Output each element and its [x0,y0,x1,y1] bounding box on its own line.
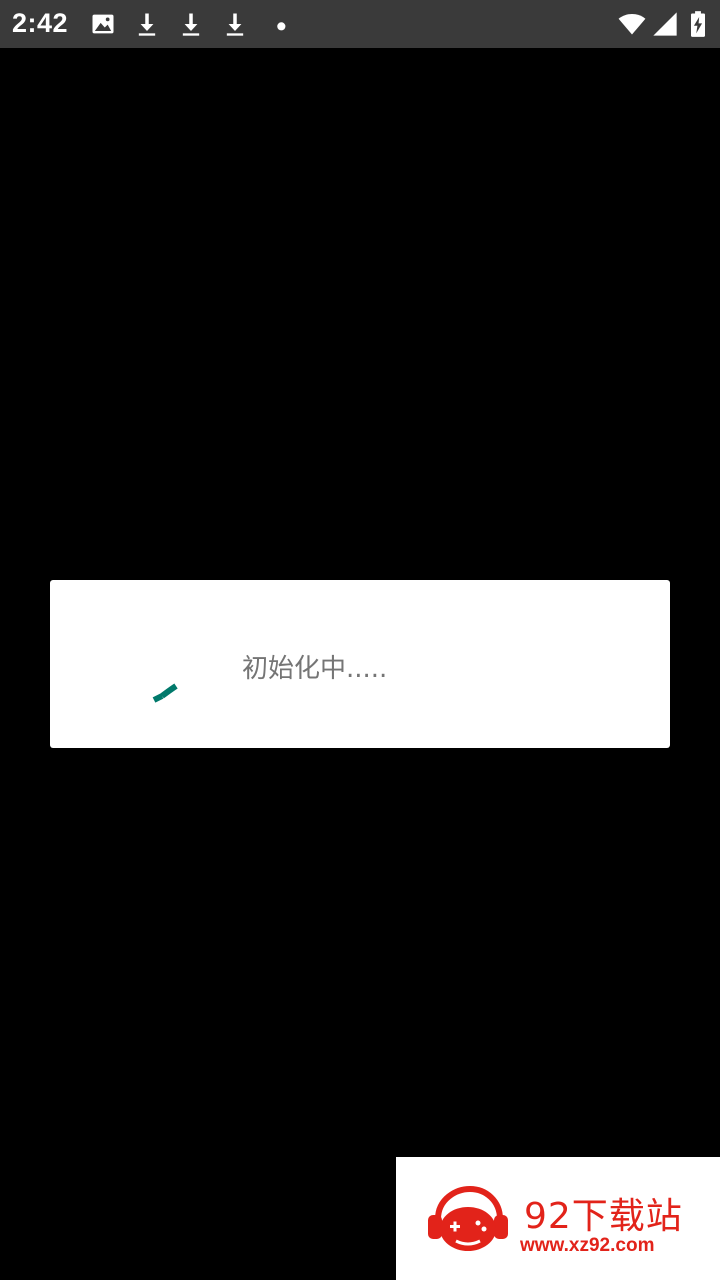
download-icon [221,10,249,38]
loading-spinner-icon [140,670,188,718]
wifi-icon [616,10,648,38]
dialog-message: 初始化中..... [242,654,388,684]
download-icon [133,10,161,38]
status-time: 2:42 [12,8,69,38]
battery-charging-icon [684,10,712,38]
watermark: 92下载站 www.xz92.com [396,1157,720,1280]
screen: 2:42 初始化中..... 92下载站 www.xz92.com [0,0,720,1280]
signal-icon [651,10,679,38]
image-icon [89,10,117,38]
watermark-title: 92下载站 [524,1196,683,1237]
dot-icon [265,10,293,38]
status-bar: 2:42 [0,0,720,48]
gamepad-headphones-logo-icon [426,1185,510,1259]
download-icon [177,10,205,38]
watermark-url: www.xz92.com [520,1235,655,1256]
